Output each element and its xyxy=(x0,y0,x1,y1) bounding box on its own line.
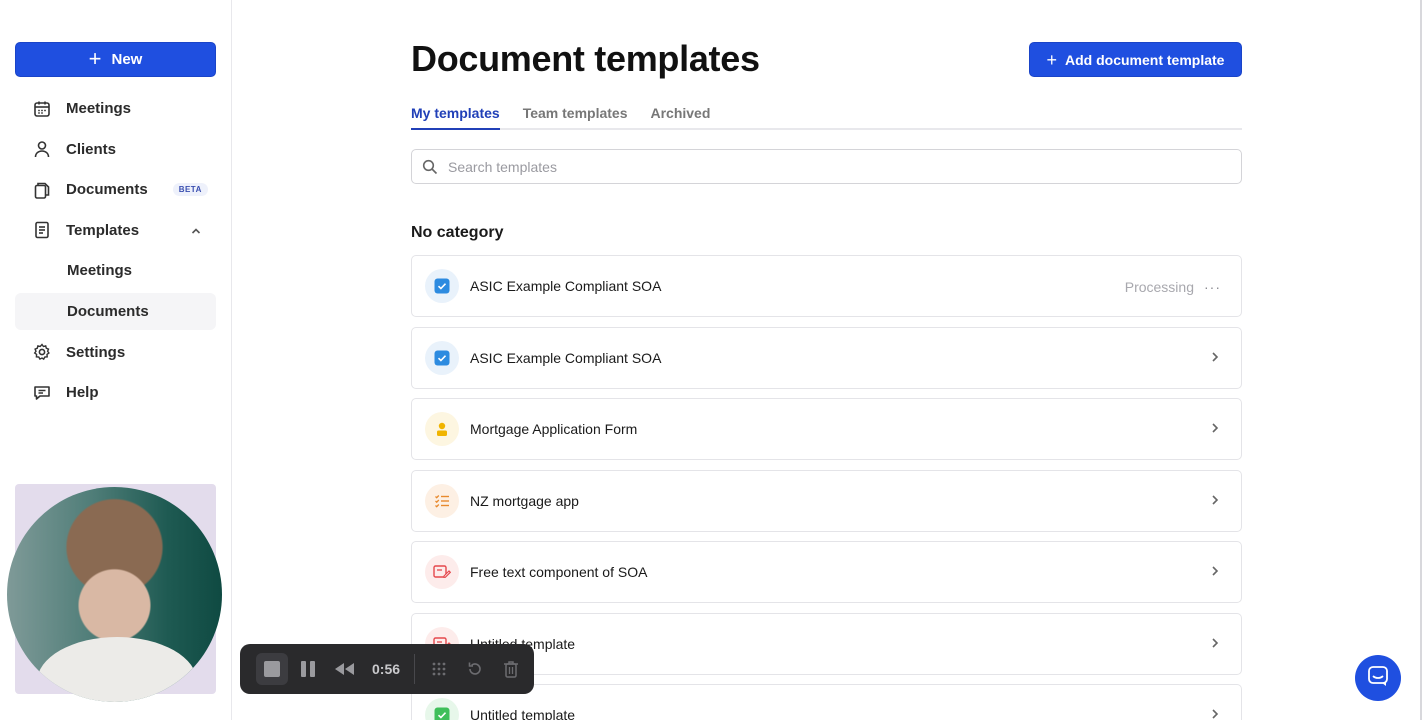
tab-bar: My templates Team templates Archived xyxy=(411,100,1242,130)
more-icon[interactable]: ··· xyxy=(1204,279,1221,295)
row-actions xyxy=(1209,399,1221,461)
chat-bubble-icon xyxy=(32,383,52,403)
checklist-icon xyxy=(425,483,459,518)
template-name: ASIC Example Compliant SOA xyxy=(470,278,662,294)
documents-icon xyxy=(32,180,52,200)
template-row[interactable]: Free text component of SOA xyxy=(411,541,1242,603)
template-row[interactable]: Untitled template xyxy=(411,612,1242,676)
template-icon xyxy=(32,220,52,240)
sidebar-subitem-documents[interactable]: Documents xyxy=(15,292,216,330)
template-name: NZ mortgage app xyxy=(470,492,579,509)
template-name: Untitled template xyxy=(470,707,576,720)
template-list: ASIC Example Compliant SOA Processing ··… xyxy=(411,255,1242,720)
chevron-right-icon xyxy=(1209,707,1221,720)
chevron-right-icon xyxy=(1209,350,1221,368)
text-edit-icon xyxy=(425,555,459,589)
row-actions xyxy=(1209,614,1221,676)
sidebar-item-settings[interactable]: Settings xyxy=(15,334,216,371)
pause-icon[interactable] xyxy=(292,653,324,685)
webcam-person xyxy=(37,637,197,702)
section-title: No category xyxy=(411,224,504,241)
checkbox-icon xyxy=(425,269,459,303)
row-actions xyxy=(1209,328,1221,390)
sidebar-item-label: Templates xyxy=(66,221,140,239)
user-icon xyxy=(32,139,52,159)
checkbox-icon xyxy=(425,340,459,375)
sidebar-item-label: Help xyxy=(66,384,99,402)
row-actions xyxy=(1209,685,1221,720)
template-row[interactable]: Mortgage Application Form xyxy=(411,398,1242,460)
chevron-right-icon xyxy=(1209,636,1221,654)
new-button[interactable]: + New xyxy=(15,42,216,77)
search-box xyxy=(411,149,1242,184)
row-actions xyxy=(1209,471,1221,533)
webcam-bubble[interactable] xyxy=(7,487,222,702)
sidebar-item-label: Clients xyxy=(66,140,117,158)
sidebar-item-help[interactable]: Help xyxy=(15,374,216,411)
template-row[interactable]: ASIC Example Compliant SOA Processing ··… xyxy=(411,255,1242,317)
sidebar-item-label: Meetings xyxy=(66,100,132,117)
template-name: Free text component of SOA xyxy=(470,564,648,580)
chevron-right-icon xyxy=(1209,493,1221,511)
chat-icon xyxy=(1367,665,1389,692)
recording-timer: 0:56 xyxy=(372,661,401,677)
chevron-right-icon xyxy=(1209,564,1221,582)
add-document-template-button[interactable]: + Add document template xyxy=(1029,42,1242,77)
template-row[interactable]: NZ mortgage app xyxy=(411,469,1242,533)
search-input[interactable] xyxy=(448,158,1208,175)
sidebar-item-meetings[interactable]: Meetings xyxy=(15,90,216,127)
sidebar-item-label: Settings xyxy=(66,343,126,361)
sidebar-nav: Meetings Clients Documents BETA Template… xyxy=(15,90,216,415)
plus-icon: + xyxy=(88,45,102,71)
sidebar-subitem-meetings[interactable]: Meetings xyxy=(15,252,216,289)
template-row[interactable]: ASIC Example Compliant SOA xyxy=(411,326,1242,390)
sidebar: + New Meetings Clients Documents BETA Te… xyxy=(0,0,232,720)
status-text: Processing xyxy=(1124,279,1194,295)
search-icon xyxy=(422,159,438,175)
template-name: Mortgage Application Form xyxy=(470,421,638,437)
new-button-label: New xyxy=(111,51,143,68)
sidebar-item-templates[interactable]: Templates xyxy=(15,212,216,249)
recording-toolbar: 0:56 xyxy=(240,644,534,694)
template-name: ASIC Example Compliant SOA xyxy=(470,349,662,366)
sidebar-item-documents[interactable]: Documents BETA xyxy=(15,171,216,208)
add-button-label: Add document template xyxy=(1065,51,1225,68)
tab-team-templates[interactable]: Team templates xyxy=(523,100,628,130)
sidebar-item-clients[interactable]: Clients xyxy=(15,131,216,168)
sidebar-item-label: Meetings xyxy=(67,262,133,280)
person-icon xyxy=(425,412,459,446)
sidebar-item-label: Documents xyxy=(66,181,148,199)
grid-icon[interactable] xyxy=(423,653,455,685)
row-actions: Processing ··· xyxy=(1125,256,1221,318)
checkbox-icon xyxy=(425,698,459,720)
beta-badge: BETA xyxy=(172,183,208,197)
row-actions xyxy=(1209,542,1221,604)
chat-launcher-button[interactable] xyxy=(1355,655,1401,701)
tab-archived[interactable]: Archived xyxy=(650,100,710,130)
plus-icon: + xyxy=(1046,49,1058,70)
calendar-icon xyxy=(32,99,52,119)
page-title: Document templates xyxy=(411,38,760,79)
app-window: + New Meetings Clients Documents BETA Te… xyxy=(0,0,1422,720)
template-row[interactable]: Untitled template xyxy=(411,684,1242,720)
chevron-right-icon xyxy=(1209,421,1221,439)
sidebar-item-label: Documents xyxy=(67,302,149,320)
rewind-icon[interactable] xyxy=(328,653,360,685)
chevron-up-icon[interactable] xyxy=(190,224,202,241)
stop-icon[interactable] xyxy=(256,653,288,685)
toolbar-divider xyxy=(414,654,416,684)
gear-icon xyxy=(32,342,52,362)
trash-icon[interactable] xyxy=(495,653,527,685)
restart-icon[interactable] xyxy=(459,653,491,685)
tab-my-templates[interactable]: My templates xyxy=(411,100,500,130)
